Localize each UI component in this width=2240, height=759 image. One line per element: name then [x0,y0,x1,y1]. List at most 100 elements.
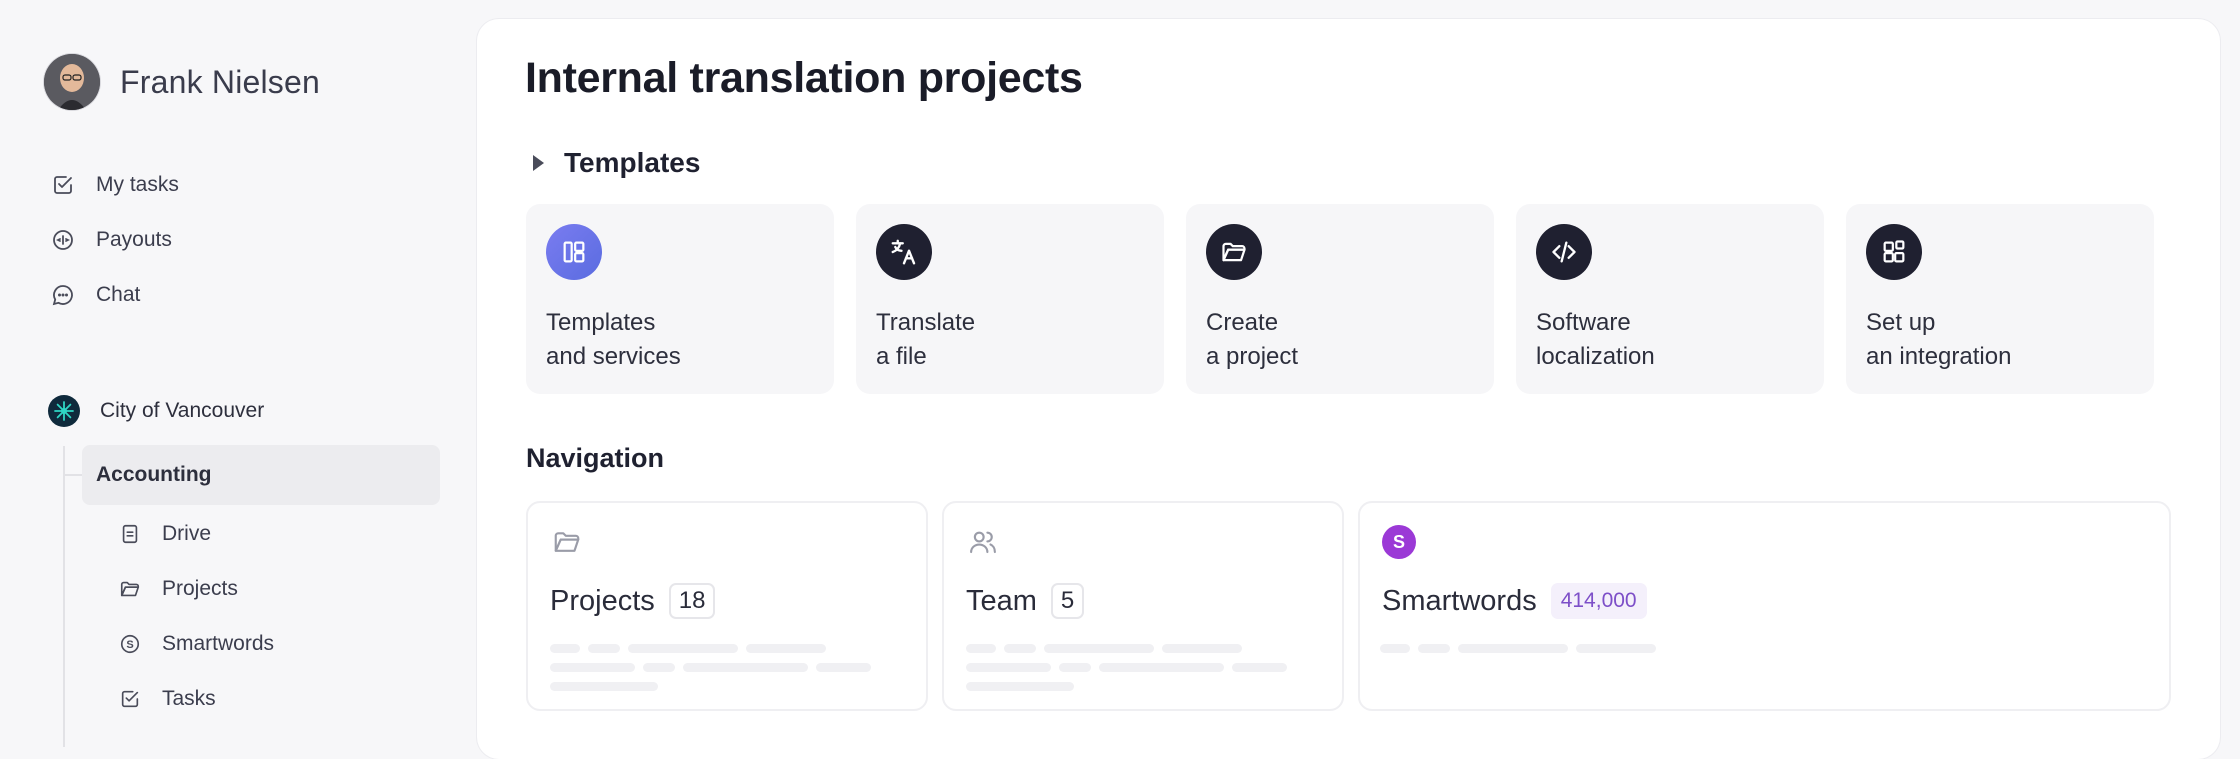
caret-right-icon [533,155,544,171]
tree-connector [63,474,83,476]
skeleton-line [966,644,996,653]
skeleton-line [1418,644,1450,653]
sidebar: Frank Nielsen My tasks Payouts Chat City… [0,0,476,747]
skeleton-line [550,682,658,691]
user-name: Frank Nielsen [120,63,321,100]
template-card-set-up-integration[interactable]: Set up an integration [1846,204,2154,394]
users-icon [966,525,1000,559]
folder-accounting[interactable]: Accounting [82,445,440,505]
skeleton-line [588,644,620,653]
folder-open-icon [550,525,584,559]
skeleton-line [1059,663,1091,672]
payout-icon [50,227,76,253]
sidebar-item-label: My tasks [96,172,179,196]
template-card-software-localization[interactable]: Software localization [1516,204,1824,394]
skeleton-line [746,644,826,653]
skeleton-line [816,663,871,672]
skeleton-line [628,644,738,653]
template-subtitle: localization [1536,343,1655,370]
nav-card-smartwords[interactable]: S Smartwords 414,000 [1358,501,2171,711]
templates-toggle[interactable]: Templates [533,147,700,179]
layout-icon [546,224,602,280]
smartwords-letter: S [1382,525,1416,559]
nav-card-title: Team [966,584,1037,617]
template-subtitle: a project [1206,343,1299,370]
org-name: City of Vancouver [100,399,265,422]
count-badge: 18 [668,583,716,619]
skeleton-line [1232,663,1287,672]
check-square-icon [50,172,76,198]
skeleton-line [643,663,675,672]
chat-icon [50,282,76,308]
sidebar-item-label: Projects [162,576,238,600]
navigation-heading: Navigation [526,443,665,473]
template-subtitle: and services [546,343,681,370]
sidebar-item-payouts[interactable]: Payouts [50,212,179,267]
skeleton-line [1162,644,1242,653]
skeleton-line [1099,663,1224,672]
nav-card-title: Smartwords [1382,584,1537,617]
user-profile[interactable]: Frank Nielsen [44,54,320,110]
file-icon [118,522,142,546]
sidebar-item-label: Chat [96,282,141,306]
template-subtitle: a file [876,343,927,370]
sidebar-item-projects[interactable]: Projects [118,561,274,616]
folder-subnav: Drive Projects S Smartwords Tasks [118,506,274,726]
skeleton-line [1576,644,1656,653]
folder-name: Accounting [96,463,212,486]
tree-line [63,446,65,747]
count-badge: 414,000 [1550,583,1647,619]
template-title: Software [1536,309,1631,336]
translate-icon [876,224,932,280]
sidebar-item-chat[interactable]: Chat [50,267,179,322]
template-card-translate-file[interactable]: Translate a file [856,204,1164,394]
skeleton-line [966,682,1074,691]
nav-card-team[interactable]: Team 5 [942,501,1344,711]
sidebar-item-tasks[interactable]: Tasks [118,671,274,726]
nav-card-title-row: Projects 18 [550,583,716,619]
folder-open-icon [118,577,142,601]
skeleton-line [1458,644,1568,653]
org-logo-icon [48,395,80,427]
folder-icon [1206,224,1262,280]
nav-card-projects[interactable]: Projects 18 [526,501,928,711]
sidebar-item-label: Smartwords [162,631,275,655]
skeleton-line [683,663,808,672]
integration-icon [1866,224,1922,280]
template-subtitle: an integration [1866,343,2012,370]
nav-card-title-row: Team 5 [966,583,1085,619]
skeleton-line [1044,644,1154,653]
smartwords-icon: S [118,632,142,656]
skeleton-line [966,663,1051,672]
templates-row: Templates and services Translate a file … [526,204,2176,394]
skeleton-line [550,663,635,672]
sidebar-item-label: Payouts [96,227,172,251]
templates-heading: Templates [564,147,701,178]
skeleton-line [1380,644,1410,653]
template-title: Create [1206,309,1279,336]
template-card-create-project[interactable]: Create a project [1186,204,1494,394]
sidebar-item-drive[interactable]: Drive [118,506,274,561]
template-card-templates-services[interactable]: Templates and services [526,204,834,394]
smartwords-badge-icon: S [1382,525,1416,559]
skeleton-line [550,644,580,653]
org-switcher[interactable]: City of Vancouver [48,395,264,427]
sidebar-item-my-tasks[interactable]: My tasks [50,157,179,212]
check-square-icon [118,687,142,711]
sidebar-item-smartwords[interactable]: S Smartwords [118,616,274,671]
sidebar-nav: My tasks Payouts Chat [50,157,179,322]
skeleton-line [1004,644,1036,653]
sidebar-item-label: Tasks [162,686,216,710]
avatar[interactable] [44,54,100,110]
nav-card-title-row: Smartwords 414,000 [1382,583,1647,619]
nav-card-title: Projects [550,584,655,617]
main-panel: Internal translation projects Templates … [477,19,2220,759]
page-title: Internal translation projects [525,54,1083,102]
svg-text:S: S [126,639,133,651]
code-icon [1536,224,1592,280]
sidebar-item-label: Drive [162,521,212,545]
template-title: Set up [1866,309,1936,336]
template-title: Translate [876,309,976,336]
count-badge: 5 [1050,583,1085,619]
template-title: Templates [546,309,656,336]
